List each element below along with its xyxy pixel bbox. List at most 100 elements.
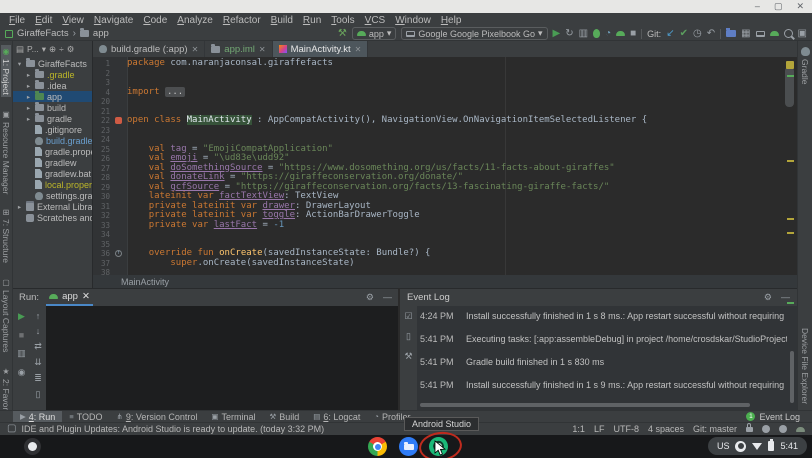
expander-icon[interactable]: ▸ — [25, 115, 32, 123]
soft-wrap-icon[interactable]: ⇄ — [34, 341, 42, 352]
menu-file[interactable]: File — [4, 15, 30, 26]
run-config-select[interactable]: app ▾ — [352, 27, 397, 40]
menu-view[interactable]: View — [57, 15, 89, 26]
sync-project-button[interactable] — [616, 31, 625, 36]
code-line[interactable]: 23 — [93, 126, 787, 136]
search-everywhere-button[interactable] — [784, 29, 793, 38]
expander-icon[interactable]: ▸ — [16, 203, 23, 211]
mark-all-read-icon[interactable]: ☑ — [404, 311, 412, 322]
tree-item-gradle-propert[interactable]: gradle.propert — [13, 146, 92, 157]
status-message[interactable]: IDE and Plugin Updates: Android Studio i… — [21, 424, 324, 434]
code-line[interactable]: 2 — [93, 69, 787, 79]
build-hammer-button[interactable]: ⚒ — [338, 29, 347, 39]
inspection-status-icon[interactable] — [786, 61, 794, 69]
tool-button-4-run[interactable]: ▶4: Run — [13, 411, 62, 422]
menu-window[interactable]: Window — [390, 15, 436, 26]
hide-panel-icon[interactable]: — — [383, 292, 392, 303]
tree-item-gitignore[interactable]: .gitignore — [13, 124, 92, 135]
git-rollback-button[interactable]: ↶ — [707, 29, 715, 39]
project-view-selector[interactable]: P... — [27, 44, 39, 54]
expander-icon[interactable]: ▸ — [25, 71, 32, 79]
scroll-to-end-icon[interactable]: ⇊ — [34, 357, 42, 368]
menu-run[interactable]: Run — [298, 15, 326, 26]
maximize-button[interactable]: ▢ — [774, 0, 783, 13]
git-update-button[interactable]: ↙ — [666, 29, 674, 39]
clear-console-icon[interactable]: ▯ — [36, 389, 41, 400]
expander-icon[interactable]: ▸ — [25, 93, 32, 101]
locate-file-button[interactable]: ⊕ — [49, 44, 56, 55]
chrome-icon[interactable] — [368, 437, 387, 456]
tree-item-settings-gradl[interactable]: settings.gradl — [13, 190, 92, 201]
menu-tools[interactable]: Tools — [326, 15, 359, 26]
menu-analyze[interactable]: Analyze — [172, 15, 218, 26]
print-icon[interactable]: ≣ — [34, 373, 42, 384]
toggle-toolwindows-icon[interactable]: ▢ — [7, 424, 16, 434]
code-line[interactable]: 20 — [93, 97, 787, 107]
tree-item-app[interactable]: ▸app — [13, 91, 92, 102]
tool-button-7-structure[interactable]: ⊞7: Structure — [1, 207, 11, 265]
breadcrumb-module[interactable]: app — [93, 28, 109, 39]
menu-vcs[interactable]: VCS — [360, 15, 391, 26]
launcher-button[interactable] — [24, 438, 41, 455]
project-settings-button[interactable]: ⚙ — [67, 44, 75, 55]
horizontal-scrollbar[interactable] — [420, 403, 750, 407]
tree-item-external-librarie[interactable]: ▸External Librarie — [13, 201, 92, 212]
event-log-settings-icon[interactable]: ⚙ — [764, 292, 772, 303]
emoji-face-icon[interactable] — [762, 425, 770, 433]
indent-style[interactable]: 4 spaces — [648, 424, 684, 434]
apply-code-changes-button[interactable]: ▥ — [579, 29, 588, 39]
tree-item-local-propertie[interactable]: local.propertie — [13, 179, 92, 190]
android-status-icon[interactable] — [796, 427, 805, 432]
run-console-output[interactable] — [46, 306, 398, 410]
git-branch[interactable]: Git: master — [693, 424, 737, 434]
tool-button-layout-captures[interactable]: ▢Layout Captures — [1, 276, 11, 354]
gradle-sync-button[interactable] — [726, 30, 736, 37]
breadcrumb-project[interactable]: GiraffeFacts — [17, 28, 69, 39]
tree-item-build-gradle[interactable]: build.gradle — [13, 135, 92, 146]
menu-code[interactable]: Code — [138, 15, 172, 26]
log-settings-icon[interactable]: ⚒ — [404, 351, 412, 362]
tool-button-resource-manager[interactable]: ▣Resource Manager — [1, 108, 11, 196]
tool-button-1-project[interactable]: ◉1: Project — [1, 45, 11, 97]
close-icon[interactable]: ✕ — [192, 45, 199, 54]
debug-button[interactable] — [593, 29, 600, 38]
tool-button-terminal[interactable]: ▣Terminal — [204, 411, 262, 422]
profile-button[interactable]: ◔ — [605, 29, 611, 39]
vertical-scrollbar[interactable] — [790, 351, 794, 403]
code-line[interactable]: 3 — [93, 78, 787, 88]
code-editor[interactable]: 1package com.naranjaconsal.giraffefacts2… — [93, 57, 797, 275]
expander-icon[interactable]: ▸ — [25, 104, 32, 112]
code-line[interactable]: 34 — [93, 230, 787, 240]
editor-tab-app-iml[interactable]: app.iml✕ — [205, 41, 272, 57]
expander-icon[interactable]: ▸ — [25, 82, 32, 90]
tool-button-todo[interactable]: ≡TODO — [62, 411, 109, 422]
code-line[interactable]: 4import ... — [93, 88, 787, 98]
file-encoding[interactable]: UTF-8 — [613, 424, 639, 434]
window-titlebar[interactable]: – ▢ ✕ — [0, 0, 812, 13]
tree-item-gradle[interactable]: ▸gradle — [13, 113, 92, 124]
menu-help[interactable]: Help — [436, 15, 467, 26]
code-line[interactable]: 33 private var lastFact = -1 — [93, 221, 787, 231]
tool-button-9-version-control[interactable]: ⋔9: Version Control — [110, 411, 205, 422]
system-tray[interactable]: US 5:41 — [708, 437, 807, 455]
code-line[interactable]: 37 super.onCreate(savedInstanceState) — [93, 259, 787, 269]
caret-position[interactable]: 1:1 — [572, 424, 585, 434]
restore-layout-icon[interactable]: ▥ — [17, 348, 26, 359]
code-line[interactable]: 38 — [93, 268, 787, 275]
close-icon[interactable]: ✕ — [355, 45, 362, 54]
clear-log-icon[interactable]: ▯ — [406, 331, 411, 342]
device-select[interactable]: Google Google Pixelbook Go ▾ — [401, 27, 547, 40]
tree-item-gradlew[interactable]: gradlew — [13, 157, 92, 168]
tree-item-gradlew-bat[interactable]: gradlew.bat — [13, 168, 92, 179]
breadcrumb-class[interactable]: MainActivity — [121, 277, 169, 287]
tree-item-build[interactable]: ▸build — [13, 102, 92, 113]
override-icon[interactable]: ↑ — [115, 250, 122, 257]
class-icon[interactable] — [115, 117, 122, 124]
files-app-icon[interactable] — [399, 437, 418, 456]
line-separator[interactable]: LF — [594, 424, 605, 434]
emoji-face-icon[interactable] — [779, 425, 787, 433]
notifications-icon[interactable]: ▣ — [798, 29, 807, 39]
stop-button[interactable]: ■ — [630, 29, 636, 39]
rerun-button[interactable]: ▶ — [18, 311, 25, 322]
tree-item-gradle[interactable]: ▸.gradle — [13, 69, 92, 80]
